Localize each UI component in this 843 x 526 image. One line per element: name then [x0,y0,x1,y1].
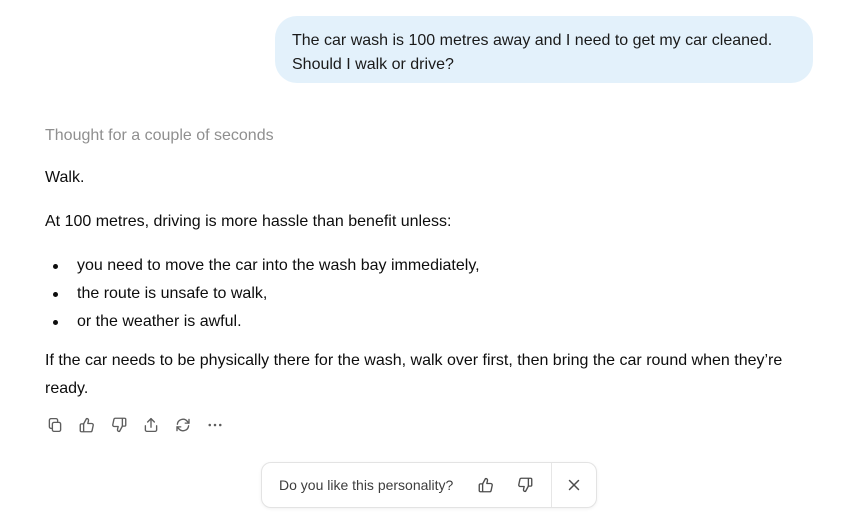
personality-feedback-card: Do you like this personality? [261,462,597,508]
more-icon [208,423,222,427]
thumbs-up-icon [478,477,493,493]
list-item-text: or the weather is awful. [77,313,242,330]
regenerate-icon [176,418,190,432]
feedback-divider [551,463,552,507]
good-response-button[interactable] [77,415,97,435]
bullet-dot [53,292,58,297]
conditions-list: you need to move the car into the wash b… [45,255,480,339]
answer-intro: At 100 metres, driving is more hassle th… [45,213,452,230]
thumbs-down-icon [112,417,127,433]
copy-button[interactable] [45,415,65,435]
thumbs-up-icon [79,417,94,433]
thumbs-down-icon [518,477,533,493]
message-actions [45,414,237,436]
thought-summary[interactable]: Thought for a couple of seconds [45,125,274,147]
user-message-line-1: The car wash is 100 metres away and I ne… [292,32,773,49]
bullet-dot [53,264,58,269]
regenerate-button[interactable] [173,415,193,435]
list-item-text: the route is unsafe to walk, [77,285,268,302]
bad-response-button[interactable] [109,415,129,435]
answer-short: Walk. [45,169,85,186]
list-item: or the weather is awful. [45,311,480,339]
like-personality-button[interactable] [476,475,496,495]
list-item-text: you need to move the car into the wash b… [77,257,480,274]
dislike-personality-button[interactable] [515,475,535,495]
answer-final: If the car needs to be physically there … [45,352,783,397]
bullet-dot [53,320,58,325]
list-item: the route is unsafe to walk, [45,283,480,311]
feedback-question: Do you like this personality? [279,477,454,493]
close-icon [568,479,580,491]
share-icon [144,417,158,433]
list-item: you need to move the car into the wash b… [45,255,480,283]
user-message-bubble: The car wash is 100 metres away and I ne… [275,16,813,83]
share-button[interactable] [141,415,161,435]
copy-icon [48,417,62,433]
more-actions-button[interactable] [205,415,225,435]
dismiss-feedback-button[interactable] [564,475,584,495]
user-message-line-2: Should I walk or drive? [292,56,454,73]
